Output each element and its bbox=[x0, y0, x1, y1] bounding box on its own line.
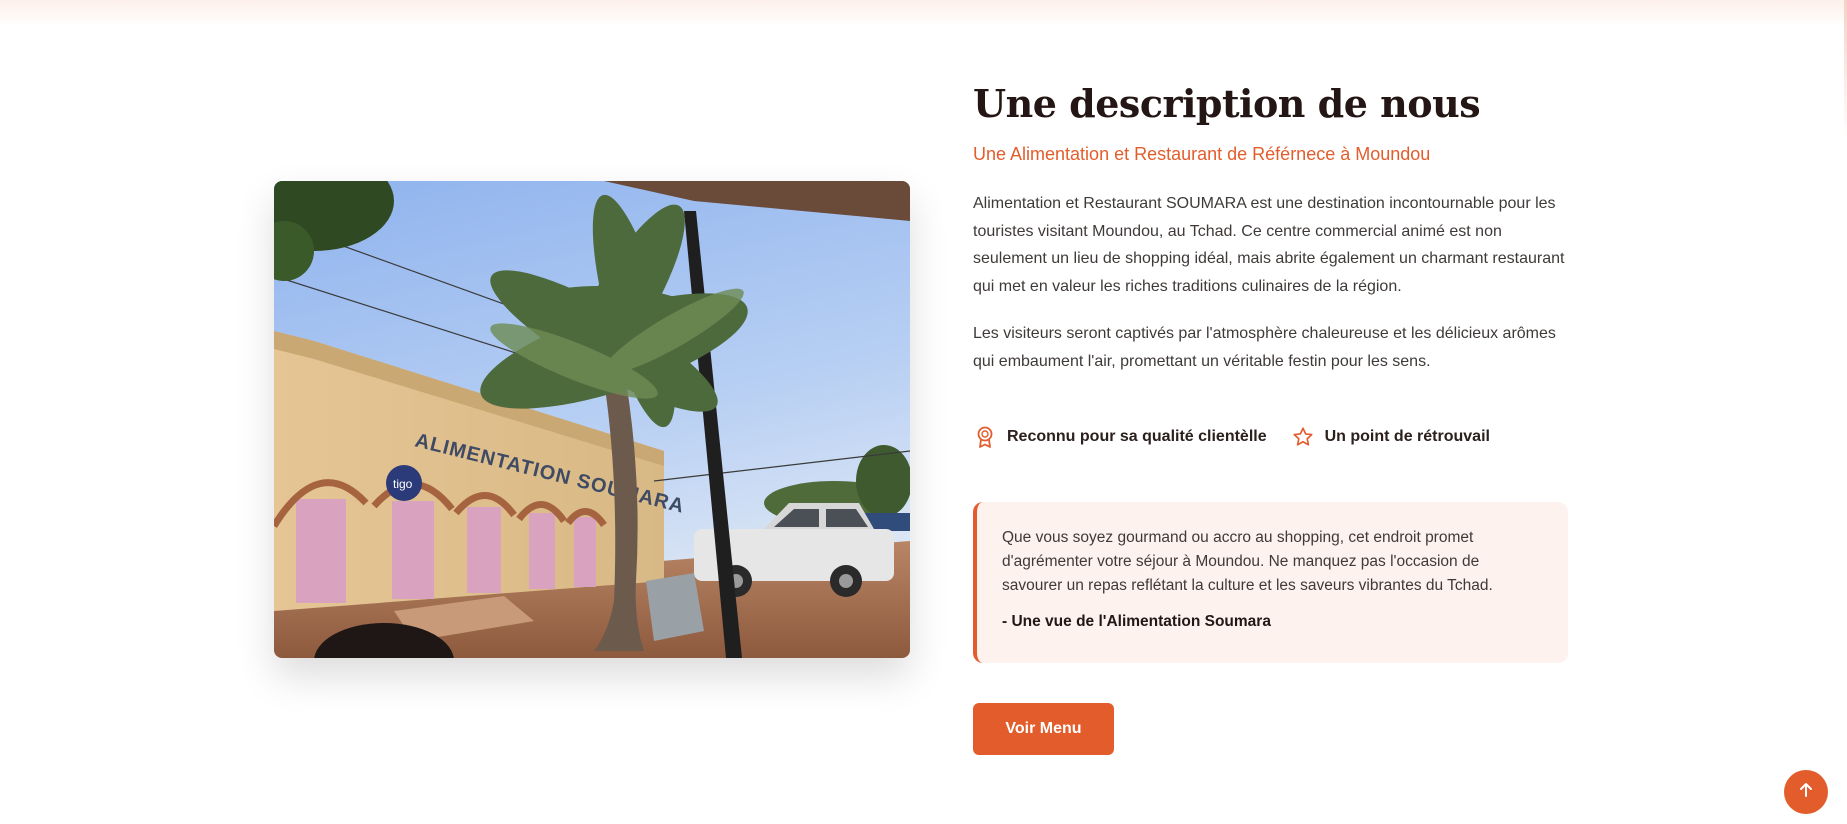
photo-badge-text: tigo bbox=[393, 477, 413, 491]
feature-label: Reconnu pour sa qualité clientèlle bbox=[1007, 428, 1267, 445]
about-section: Une description de nous Une Alimentation… bbox=[973, 78, 1573, 451]
feature-item-quality: Reconnu pour sa qualité clientèlle bbox=[973, 425, 1267, 449]
section-subtitle: Une Alimentation et Restaurant de Référn… bbox=[973, 144, 1431, 164]
testimonial-quote: Que vous soyez gourmand ou accro au shop… bbox=[973, 502, 1568, 663]
feature-list: Reconnu pour sa qualité clientèlle Un po… bbox=[973, 423, 1573, 451]
feature-item-meeting-point: Un point de rétrouvail bbox=[1291, 425, 1490, 449]
header-shadow bbox=[0, 0, 1847, 26]
restaurant-photo: ALIMENTATION SOUMARA tigo bbox=[274, 181, 910, 658]
description-paragraph-2: Les visiteurs seront captivés par l'atmo… bbox=[973, 325, 1556, 370]
star-icon bbox=[1291, 425, 1315, 449]
arrow-up-icon bbox=[1799, 782, 1813, 803]
quote-author: - Une vue de l'Alimentation Soumara bbox=[1002, 613, 1271, 630]
award-icon bbox=[973, 425, 997, 449]
view-menu-button[interactable]: Voir Menu bbox=[973, 703, 1114, 755]
feature-label: Un point de rétrouvail bbox=[1324, 428, 1490, 445]
section-title: Une description de nous bbox=[973, 81, 1481, 126]
quote-text: Que vous soyez gourmand ou accro au shop… bbox=[1002, 529, 1493, 594]
description-paragraph-1: Alimentation et Restaurant SOUMARA est u… bbox=[973, 195, 1565, 295]
back-to-top-button[interactable] bbox=[1784, 770, 1828, 814]
